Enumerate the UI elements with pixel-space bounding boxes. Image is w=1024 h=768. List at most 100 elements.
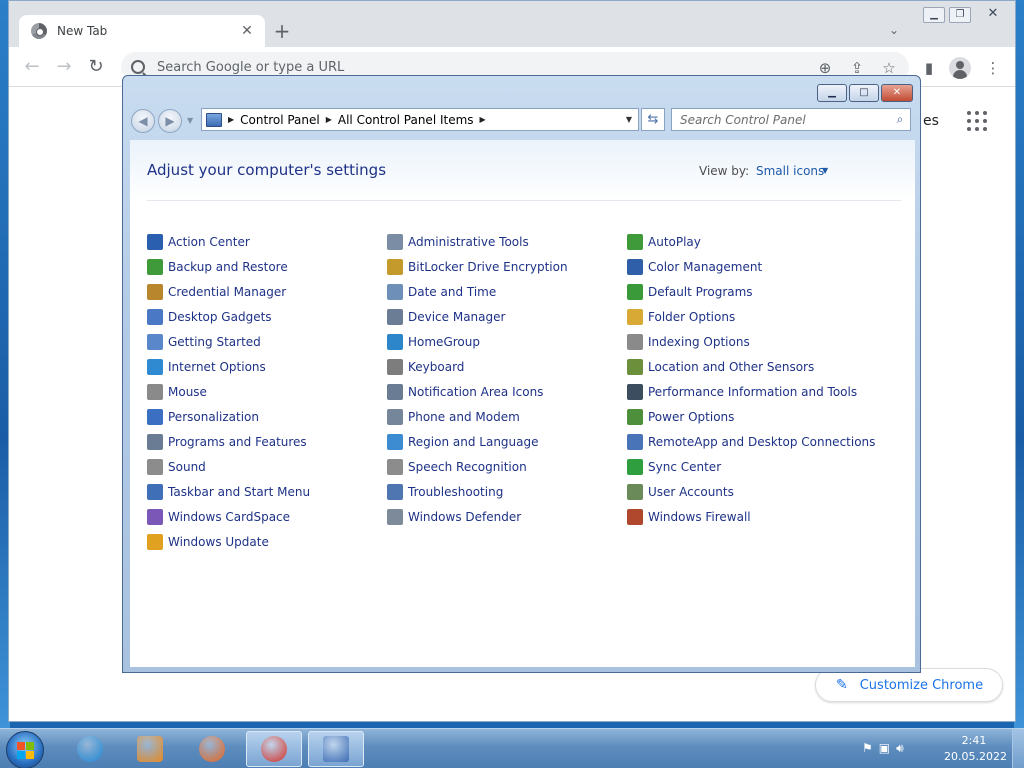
cp-item-label: Region and Language — [408, 434, 539, 449]
cp-item-defender[interactable]: Windows Defender — [387, 504, 568, 529]
keyboard-icon — [387, 358, 403, 375]
cp-item-autoplay[interactable]: AutoPlay — [627, 229, 875, 254]
tab-new-tab[interactable]: New Tab ✕ — [19, 15, 265, 47]
cp-navigation: ◀ ▶ ▼ — [131, 108, 193, 134]
cp-item-device-manager[interactable]: Device Manager — [387, 304, 568, 329]
region-icon — [387, 433, 403, 450]
performance-icon — [627, 383, 643, 400]
view-by-dropdown[interactable]: Small icons — [756, 164, 824, 178]
forward-button-icon[interactable]: ▶ — [158, 109, 182, 133]
back-arrow-icon[interactable]: ← — [21, 57, 43, 79]
taskbar-control-panel[interactable] — [308, 731, 364, 767]
chrome-restore-button[interactable]: ❐ — [949, 7, 971, 23]
cp-item-sync[interactable]: Sync Center — [627, 454, 875, 479]
cp-item-folder[interactable]: Folder Options — [627, 304, 875, 329]
cp-item-cardspace[interactable]: Windows CardSpace — [147, 504, 310, 529]
taskbar-internet-explorer[interactable] — [62, 731, 118, 767]
magnifier-icon[interactable]: ⌕ — [890, 112, 910, 127]
notification-icon — [387, 383, 403, 400]
breadcrumb-all-items[interactable]: All Control Panel Items — [338, 113, 474, 127]
cp-item-power[interactable]: Power Options — [627, 404, 875, 429]
cp-item-start[interactable]: Getting Started — [147, 329, 310, 354]
cp-item-label: HomeGroup — [408, 334, 480, 349]
globe-icon — [147, 358, 163, 375]
cp-item-keyboard[interactable]: Keyboard — [387, 354, 568, 379]
cp-item-vault[interactable]: Credential Manager — [147, 279, 310, 304]
chrome-close-button[interactable]: ✕ — [979, 7, 1007, 23]
recent-pages-chevron-icon[interactable]: ▼ — [187, 116, 193, 125]
forward-arrow-icon[interactable]: → — [53, 57, 75, 79]
action-center-flag-icon[interactable]: ⚑ — [862, 741, 873, 756]
cp-item-mouse[interactable]: Mouse — [147, 379, 310, 404]
cardspace-icon — [147, 508, 163, 525]
cp-item-indexing[interactable]: Indexing Options — [627, 329, 875, 354]
cp-item-label: Windows Update — [168, 534, 269, 549]
clock[interactable]: 2:41 20.05.2022 — [944, 733, 1007, 765]
refresh-icon[interactable]: ⇆ — [641, 108, 665, 131]
taskbar-media-player[interactable] — [122, 731, 178, 767]
cp-minimize-button[interactable]: ▁ — [817, 84, 847, 102]
cp-item-microphone[interactable]: Speech Recognition — [387, 454, 568, 479]
volume-icon[interactable]: 🔊︎ — [896, 741, 904, 756]
network-icon[interactable]: ▣ — [879, 741, 890, 756]
back-button-icon[interactable]: ◀ — [131, 109, 155, 133]
cp-search-box[interactable]: Search Control Panel ⌕ — [671, 108, 911, 131]
sync-icon — [627, 458, 643, 475]
cp-item-speaker[interactable]: Sound — [147, 454, 310, 479]
cp-item-phone[interactable]: Phone and Modem — [387, 404, 568, 429]
cp-item-globe[interactable]: Internet Options — [147, 354, 310, 379]
cp-item-troubleshoot[interactable]: Troubleshooting — [387, 479, 568, 504]
menu-kebab-icon[interactable]: ⋮ — [983, 59, 1003, 77]
backup-icon — [147, 258, 163, 275]
cp-item-firewall[interactable]: Windows Firewall — [627, 504, 875, 529]
cp-item-performance[interactable]: Performance Information and Tools — [627, 379, 875, 404]
cp-item-taskbar[interactable]: Taskbar and Start Menu — [147, 479, 310, 504]
google-apps-icon[interactable] — [967, 111, 987, 131]
cp-item-color-management[interactable]: Color Management — [627, 254, 875, 279]
breadcrumb-arrow-icon[interactable]: ▶ — [480, 115, 486, 124]
pencil-icon: ✎ — [836, 677, 848, 693]
cp-maximize-button[interactable]: □ — [849, 84, 879, 102]
cp-item-label: Power Options — [648, 409, 735, 424]
chrome-minimize-button[interactable]: ▁ — [923, 7, 945, 23]
view-by-chevron-icon[interactable]: ▼ — [822, 166, 828, 175]
breadcrumb-arrow-icon[interactable]: ▶ — [326, 115, 332, 124]
control-panel-icon — [206, 112, 222, 127]
breadcrumb-control-panel[interactable]: Control Panel — [240, 113, 320, 127]
cp-item-monitor[interactable]: Personalization — [147, 404, 310, 429]
cp-item-update[interactable]: Windows Update — [147, 529, 310, 554]
cp-item-flag[interactable]: Action Center — [147, 229, 310, 254]
cp-item-label: Action Center — [168, 234, 250, 249]
address-dropdown-icon[interactable]: ▼ — [626, 115, 632, 124]
customize-chrome-button[interactable]: ✎ Customize Chrome — [815, 668, 1003, 702]
start-icon — [147, 333, 163, 350]
profile-avatar-icon[interactable] — [949, 57, 971, 79]
cp-item-gadgets[interactable]: Desktop Gadgets — [147, 304, 310, 329]
cp-item-remoteapp[interactable]: RemoteApp and Desktop Connections — [627, 429, 875, 454]
taskbar-firefox[interactable] — [184, 731, 240, 767]
new-tab-button[interactable]: + — [271, 21, 293, 43]
address-bar[interactable]: ▶ Control Panel ▶ All Control Panel Item… — [201, 108, 639, 131]
show-desktop-button[interactable] — [1012, 729, 1024, 768]
cp-item-region[interactable]: Region and Language — [387, 429, 568, 454]
cp-item-clock[interactable]: Date and Time — [387, 279, 568, 304]
cp-item-homegroup[interactable]: HomeGroup — [387, 329, 568, 354]
cp-item-default-programs[interactable]: Default Programs — [627, 279, 875, 304]
start-button[interactable] — [6, 731, 44, 768]
cp-item-backup[interactable]: Backup and Restore — [147, 254, 310, 279]
tab-search-chevron-icon[interactable]: ⌄ — [889, 23, 899, 37]
cp-item-bitlocker[interactable]: BitLocker Drive Encryption — [387, 254, 568, 279]
cp-item-notification[interactable]: Notification Area Icons — [387, 379, 568, 404]
shortcut-link-partial[interactable]: es — [923, 113, 939, 129]
cp-close-button[interactable]: ✕ — [881, 84, 913, 102]
cp-item-users[interactable]: User Accounts — [627, 479, 875, 504]
side-panel-icon[interactable]: ▮ — [919, 59, 939, 77]
reload-icon[interactable]: ↻ — [85, 57, 107, 79]
breadcrumb-arrow-icon[interactable]: ▶ — [228, 115, 234, 124]
cp-item-programs[interactable]: Programs and Features — [147, 429, 310, 454]
tab-close-icon[interactable]: ✕ — [237, 21, 257, 41]
cp-item-sensors[interactable]: Location and Other Sensors — [627, 354, 875, 379]
taskbar-chrome[interactable] — [246, 731, 302, 767]
cp-item-admin-tools[interactable]: Administrative Tools — [387, 229, 568, 254]
taskbar: ⚑ ▣ 🔊︎ 2:41 20.05.2022 — [0, 728, 1024, 768]
